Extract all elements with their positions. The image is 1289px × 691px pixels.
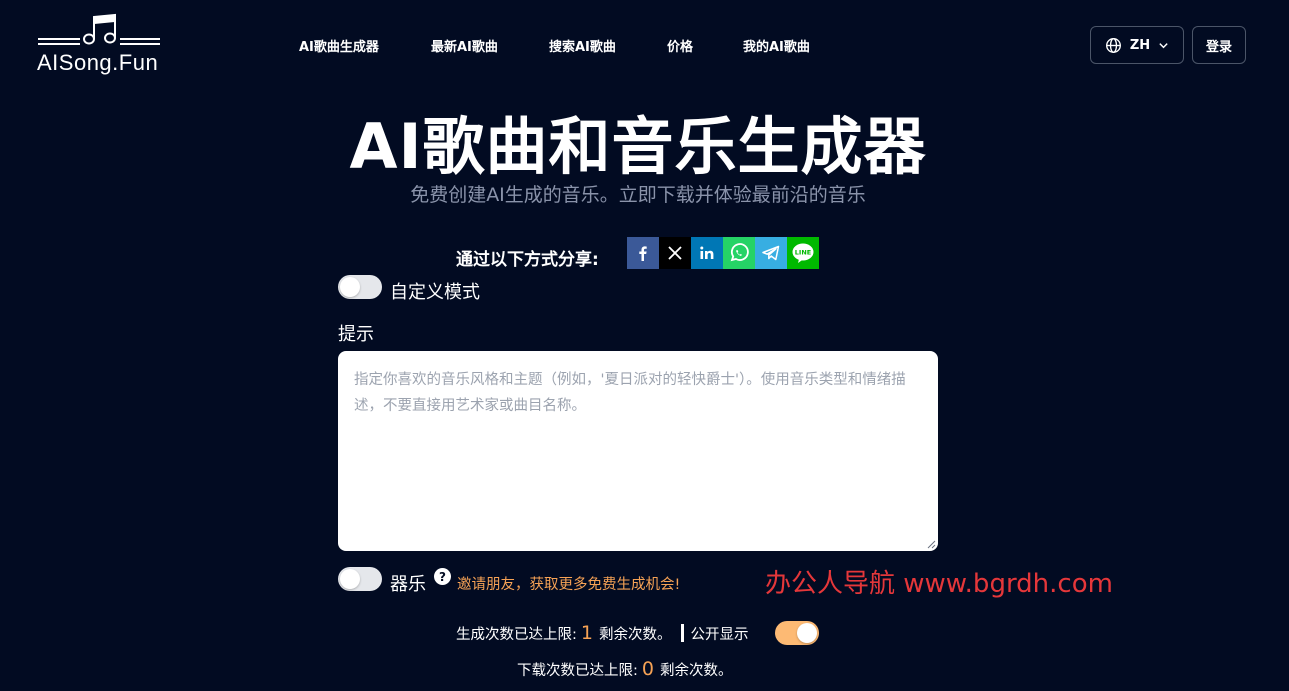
share-facebook-button[interactable] [627, 237, 659, 269]
share-x-button[interactable] [659, 237, 691, 269]
language-selector[interactable]: ZH [1090, 26, 1184, 64]
help-icon[interactable]: ? [434, 568, 451, 585]
site-logo[interactable]: AISong.Fun [36, 12, 164, 76]
share-telegram-button[interactable] [755, 237, 787, 269]
public-display-label: 公开显示 [690, 627, 749, 643]
nav-ai-song-generator[interactable]: AI歌曲生成器 [299, 36, 379, 55]
instrumental-label: 器乐 [390, 574, 426, 595]
watermark-text: 办公人导航 www.bgrdh.com [765, 569, 1113, 599]
download-remaining-count: 0 [641, 658, 654, 680]
custom-mode-toggle[interactable] [338, 275, 382, 299]
generation-remaining-count: 1 [580, 622, 593, 644]
instrumental-toggle[interactable] [338, 567, 382, 591]
public-display-toggle[interactable] [775, 621, 819, 645]
page-title: AI歌曲和音乐生成器 [349, 110, 927, 183]
share-label: 通过以下方式分享: [456, 250, 599, 270]
prompt-label: 提示 [338, 324, 374, 345]
toggle-knob [340, 277, 360, 297]
nav-latest-ai-songs[interactable]: 最新AI歌曲 [431, 36, 498, 55]
invite-friends-link[interactable]: 邀请朋友，获取更多免费生成机会! [457, 573, 680, 594]
line-icon: LINE [792, 243, 814, 263]
login-button[interactable]: 登录 [1192, 26, 1246, 64]
music-note-logo-icon [38, 13, 160, 45]
facebook-icon [639, 246, 647, 261]
generation-remaining-suffix: 剩余次数。 [598, 627, 672, 643]
page: AISong.Fun AI歌曲生成器 最新AI歌曲 搜索AI歌曲 价格 我的AI… [0, 0, 1289, 691]
toggle-knob [340, 569, 360, 589]
linkedin-icon [700, 246, 714, 259]
chevron-down-icon [1159, 42, 1168, 48]
x-icon [668, 246, 682, 260]
nav-my-ai-songs[interactable]: 我的AI歌曲 [743, 36, 810, 55]
globe-icon [1105, 37, 1121, 53]
page-subtitle: 免费创建AI生成的音乐。立即下载并体验最前沿的音乐 [410, 184, 866, 206]
toggle-knob [797, 623, 817, 643]
svg-text:LINE: LINE [795, 249, 811, 257]
language-label: ZH [1129, 37, 1151, 53]
nav-search-ai-songs[interactable]: 搜索AI歌曲 [549, 36, 616, 55]
resize-grip-icon[interactable] [926, 539, 936, 549]
generation-status: 生成次数已达上限: 1 剩余次数。 公开显示 [456, 622, 748, 644]
custom-mode-label: 自定义模式 [390, 282, 480, 303]
share-whatsapp-button[interactable] [723, 237, 755, 269]
share-linkedin-button[interactable] [691, 237, 723, 269]
download-limit-text: 下载次数已达上限: [517, 663, 638, 679]
download-remaining-suffix: 剩余次数。 [659, 663, 733, 679]
whatsapp-icon [730, 243, 749, 262]
prompt-textarea[interactable] [338, 351, 938, 551]
logo-text: AISong.Fun [37, 50, 159, 75]
share-line-button[interactable]: LINE [787, 237, 819, 269]
nav-pricing[interactable]: 价格 [667, 36, 693, 55]
divider [681, 624, 685, 642]
download-status: 下载次数已达上限: 0 剩余次数。 [517, 658, 732, 680]
telegram-icon [762, 245, 780, 261]
generation-limit-text: 生成次数已达上限: [456, 627, 577, 643]
